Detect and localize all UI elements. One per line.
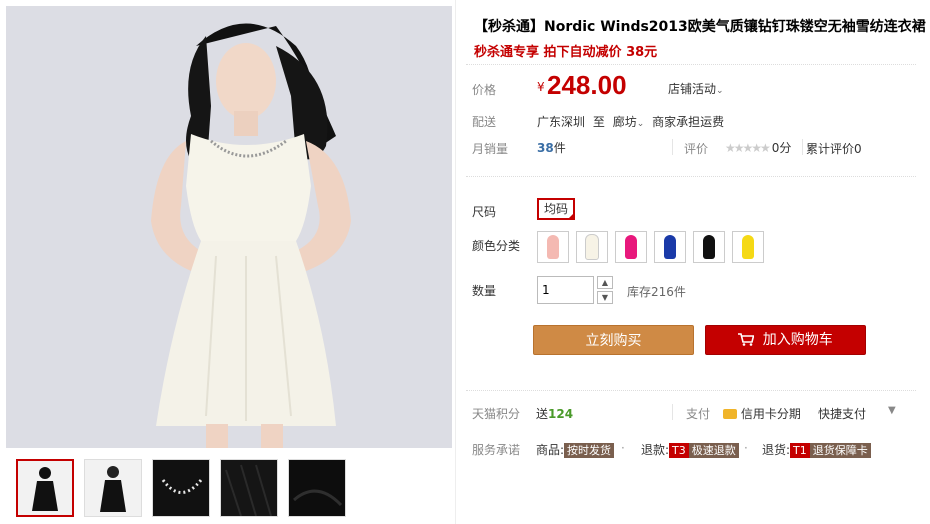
service-return-label: 退货: — [762, 443, 791, 457]
cart-icon — [738, 332, 758, 348]
thumbnail-5[interactable] — [288, 459, 346, 517]
quantity-label: 数量 — [472, 284, 497, 298]
quick-pay[interactable]: 快捷支付 — [818, 405, 866, 422]
star-icons: ★★★★★ — [725, 141, 771, 155]
selected-check-icon — [567, 212, 575, 220]
credit-installment[interactable]: 信用卡分期 — [723, 405, 801, 422]
color-swatch-rose[interactable] — [615, 231, 647, 263]
buy-now-button[interactable]: 立刻购买 — [533, 325, 694, 355]
promo-text: 拍下自动减价 38元 — [543, 45, 658, 60]
size-option-label: 均码 — [543, 202, 568, 216]
color-swatch-black[interactable] — [693, 231, 725, 263]
separator — [672, 139, 673, 155]
size-option-selected[interactable]: 均码 — [537, 198, 575, 220]
service-refund-code: T3 — [669, 443, 689, 458]
service-return: 退货: T1 退货保障卡 — [762, 441, 871, 458]
color-swatch-pink[interactable] — [537, 231, 569, 263]
rating-label: 评价 — [684, 142, 709, 156]
shipping-to[interactable]: 廊坊 — [613, 115, 637, 129]
sales-count: 38 — [537, 141, 554, 155]
thumbnail-4[interactable] — [220, 459, 278, 517]
service-goods-tag[interactable]: 按时发货 — [564, 443, 615, 458]
caret-down-icon[interactable]: ▼ — [888, 405, 896, 416]
shipping-label: 配送 — [472, 115, 497, 129]
promo-line: 秒杀通专享 拍下自动减价 38元 — [474, 41, 657, 60]
shipping-row: 广东深圳 至 廊坊⌄ 商家承担运费 — [537, 113, 724, 130]
dot-separator: · — [621, 441, 625, 455]
quantity-decrease-button[interactable]: ▼ — [597, 291, 613, 304]
thumbnail-2[interactable] — [84, 459, 142, 517]
shipping-to-word: 至 — [592, 115, 605, 129]
stock-count: 库存216件 — [627, 285, 686, 299]
credit-card-icon — [723, 409, 737, 419]
price-value: 248.00 — [547, 70, 627, 100]
service-return-code: T1 — [790, 443, 810, 458]
service-goods: 商品: 按时发货 — [536, 441, 615, 458]
main-product-image[interactable] — [6, 6, 452, 448]
chevron-down-icon: ⌄ — [636, 119, 645, 129]
rating-score: 0分 — [771, 141, 792, 155]
add-to-cart-label: 加入购物车 — [762, 332, 833, 348]
store-activity-dropdown[interactable]: 店铺活动⌄ — [668, 80, 724, 97]
panel-divider — [455, 0, 456, 524]
quantity-input[interactable] — [537, 276, 594, 304]
color-swatch-blue[interactable] — [654, 231, 686, 263]
points-prefix: 送 — [536, 407, 549, 421]
divider — [466, 176, 916, 178]
product-title: 【秒杀通】Nordic Winds2013欧美气质镶钻钉珠镂空无袖雪纺连衣裙 — [474, 19, 926, 35]
chevron-down-icon: ⌄ — [716, 86, 724, 96]
service-goods-label: 商品: — [536, 443, 565, 457]
divider — [466, 64, 916, 66]
service-refund: 退款: T3 极速退款 — [641, 441, 739, 458]
sales-count-row: 38件 — [537, 139, 566, 156]
points-label: 天猫积分 — [472, 407, 521, 421]
thumbnail-strip — [16, 459, 346, 517]
review-count-link[interactable]: 累计评价0 — [806, 140, 862, 157]
color-swatch-white[interactable] — [576, 231, 608, 263]
dress-photo — [6, 6, 452, 448]
price-label: 价格 — [472, 83, 497, 97]
service-refund-label: 退款: — [641, 443, 670, 457]
sales-label: 月销量 — [472, 142, 509, 156]
divider — [466, 390, 916, 392]
rating-stars: ★★★★★ 0分 — [725, 139, 791, 156]
quantity-increase-button[interactable]: ▲ — [597, 276, 613, 289]
color-label: 颜色分类 — [472, 239, 521, 253]
thumbnail-1[interactable] — [16, 459, 74, 517]
service-return-tag[interactable]: 退货保障卡 — [809, 443, 871, 458]
thumbnail-3[interactable] — [152, 459, 210, 517]
color-swatch-yellow[interactable] — [732, 231, 764, 263]
add-to-cart-button[interactable]: 加入购物车 — [705, 325, 866, 355]
separator — [802, 139, 803, 155]
dot-separator: · — [744, 441, 748, 455]
points-value: 124 — [548, 407, 574, 421]
sales-unit: 件 — [553, 141, 566, 155]
credit-installment-label: 信用卡分期 — [740, 407, 801, 421]
color-swatches — [537, 231, 764, 263]
size-label: 尺码 — [472, 205, 497, 219]
shipping-fee: 商家承担运费 — [652, 115, 725, 129]
service-label: 服务承诺 — [472, 443, 521, 457]
points-value-row: 送124 — [536, 405, 573, 422]
promo-prefix: 秒杀通专享 — [474, 45, 540, 60]
price-currency: ¥ — [537, 80, 545, 94]
service-refund-tag[interactable]: 极速退款 — [688, 443, 739, 458]
pay-label: 支付 — [686, 407, 711, 421]
separator — [672, 404, 673, 420]
store-activity-label: 店铺活动 — [668, 82, 717, 96]
shipping-from[interactable]: 广东深圳 — [537, 115, 585, 129]
